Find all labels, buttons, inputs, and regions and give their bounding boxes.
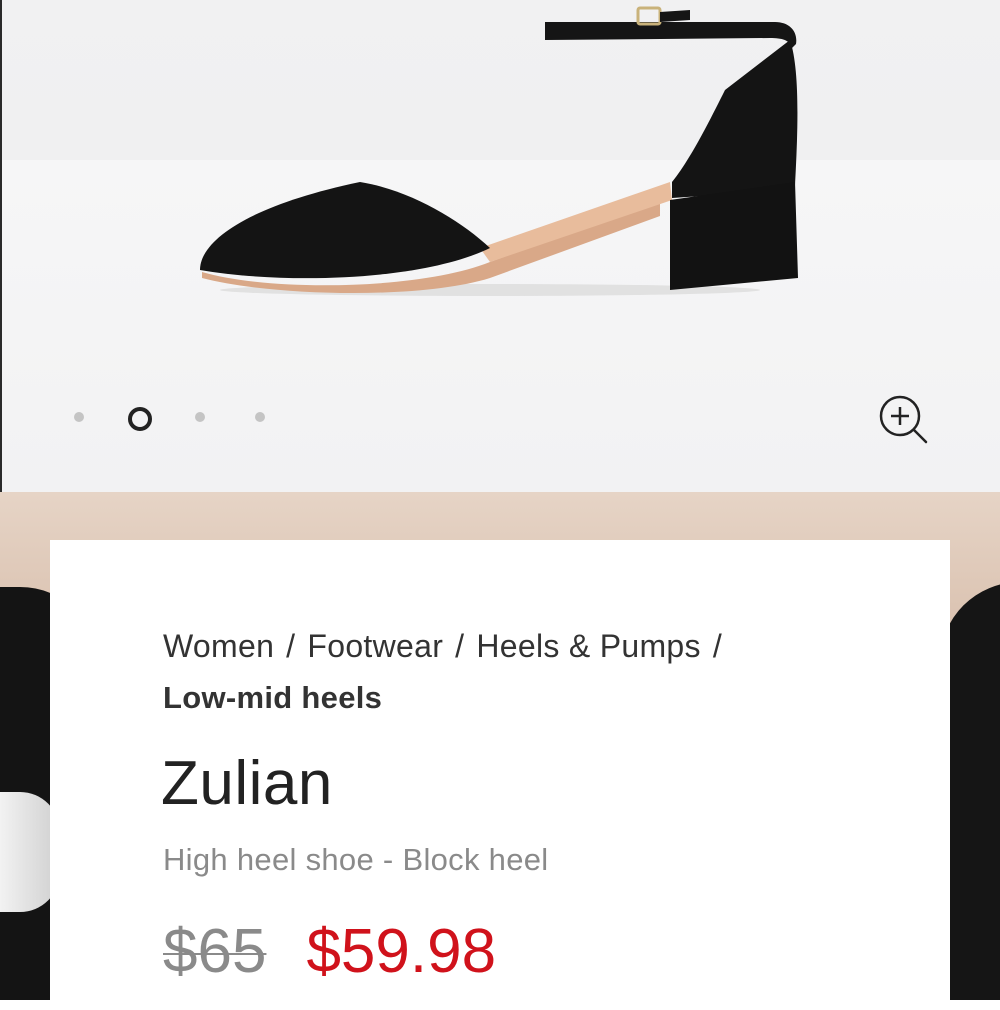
product-description: High heel shoe - Block heel bbox=[163, 842, 549, 877]
original-price: $65 bbox=[163, 917, 267, 986]
breadcrumb-heels-pumps[interactable]: Heels & Pumps bbox=[476, 628, 700, 664]
breadcrumb-separator: / bbox=[455, 628, 465, 664]
frame-edge bbox=[0, 0, 2, 492]
breadcrumb-footwear[interactable]: Footwear bbox=[307, 628, 443, 664]
carousel-dot-3[interactable] bbox=[195, 412, 205, 422]
breadcrumb-women[interactable]: Women bbox=[163, 628, 274, 664]
zoom-button[interactable] bbox=[872, 392, 932, 448]
product-info-card: Women / Footwear / Heels & Pumps / Low-mid he… bbox=[50, 540, 950, 1010]
breadcrumb-separator: / bbox=[286, 628, 296, 664]
carousel-dot-1[interactable] bbox=[74, 412, 84, 422]
breadcrumb: Women / Footwear / Heels & Pumps / Low-mid he… bbox=[163, 620, 883, 724]
price-row: $65 $59.98 bbox=[163, 912, 496, 992]
zoom-in-icon bbox=[879, 395, 928, 444]
product-title: Zulian bbox=[161, 749, 333, 818]
sale-price: $59.98 bbox=[306, 917, 497, 986]
carousel-dot-4[interactable] bbox=[255, 412, 265, 422]
product-image-carousel[interactable] bbox=[0, 0, 1000, 492]
breadcrumb-current: Low-mid heels bbox=[163, 680, 383, 715]
breadcrumb-separator: / bbox=[712, 628, 723, 664]
carousel-dot-2-active[interactable] bbox=[128, 407, 152, 431]
product-image-shoe bbox=[200, 6, 798, 296]
